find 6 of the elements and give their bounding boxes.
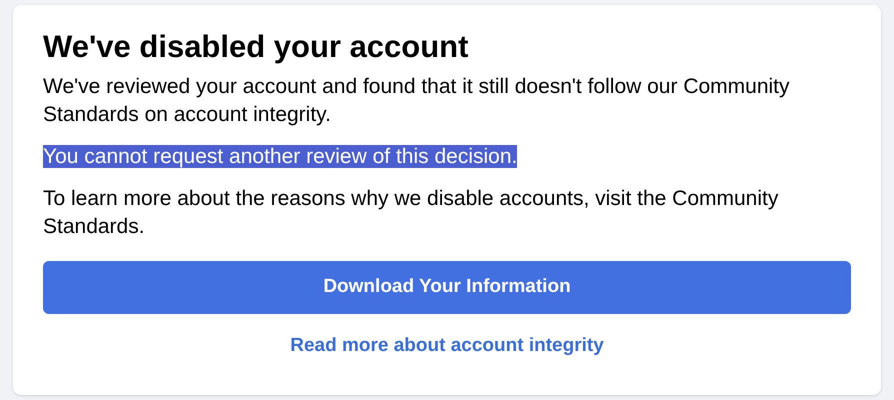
dialog-title: We've disabled your account (43, 28, 470, 66)
download-button[interactable]: Download Your Information (43, 261, 851, 314)
selected-text: You cannot request another review of this decision. (43, 145, 518, 168)
account-integrity-link[interactable]: Read more about account integrity (290, 332, 604, 360)
body-text: To learn more about the reasons why we disable accounts, visit the Community Standards. (43, 187, 778, 238)
body-text: We've reviewed your account and found that it still doesn't follow our Community Standards on account integrity. (43, 75, 790, 126)
